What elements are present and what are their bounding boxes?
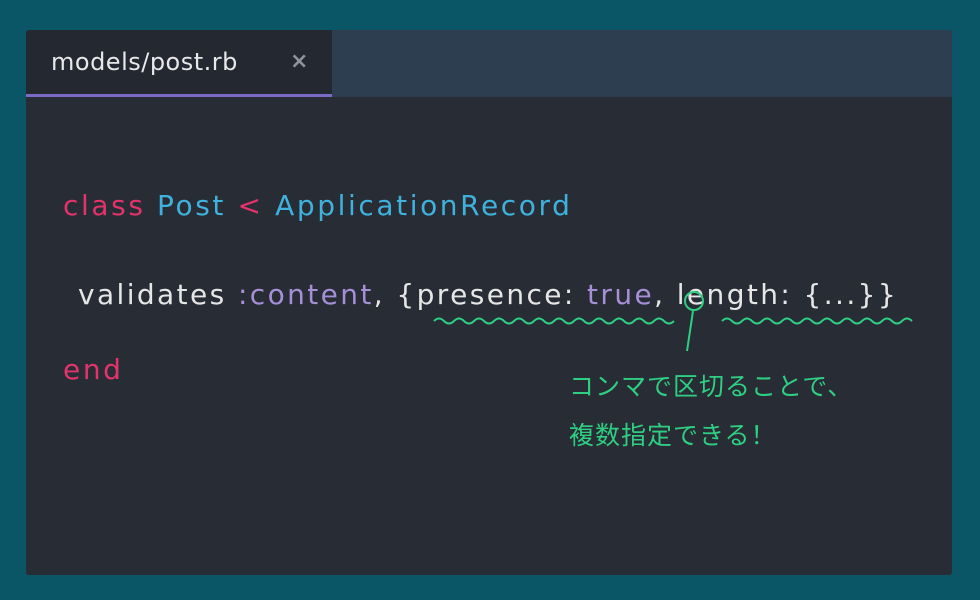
tab-title: models/post.rb	[51, 48, 238, 76]
editor-window: models/post.rb × class Post < Applicatio…	[26, 30, 952, 575]
annotation-line-1: コンマで区切ることで、	[569, 372, 854, 401]
pointer-line	[686, 310, 694, 352]
code-editor[interactable]: class Post < ApplicationRecord validates…	[26, 97, 952, 575]
length-squiggle	[721, 317, 913, 325]
comma-highlight-circle	[684, 291, 704, 311]
annotation-marks	[433, 291, 913, 352]
presence-squiggle	[433, 317, 675, 325]
close-icon[interactable]: ×	[290, 49, 308, 74]
tab-post-rb[interactable]: models/post.rb ×	[26, 30, 332, 97]
tab-bar: models/post.rb ×	[26, 30, 952, 97]
annotation-line-2: 複数指定できる！	[569, 421, 777, 450]
